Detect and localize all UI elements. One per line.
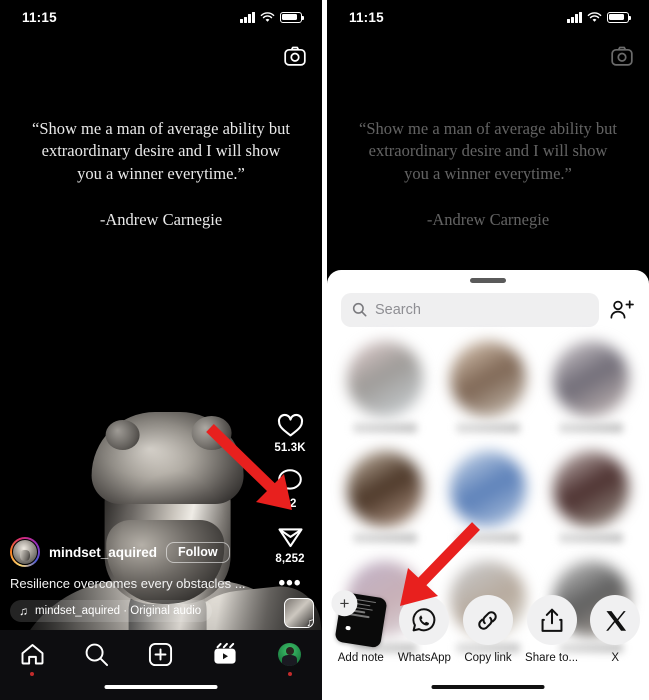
plus-square-icon [149, 642, 173, 666]
quote-line-2: extraordinary desire and I will show [41, 141, 281, 161]
username-label[interactable]: mindset_aquired [49, 545, 157, 560]
list-item[interactable] [444, 450, 531, 543]
screenshot-stage: “Show me a man of average ability but ex… [0, 0, 649, 700]
music-note-icon: ♫ [306, 615, 313, 627]
more-options-icon[interactable]: ••• [279, 574, 302, 593]
like-button[interactable]: 51.3K [274, 413, 305, 454]
music-note-icon: ♫ [19, 604, 28, 618]
reel-meta: mindset_aquired Follow Resilience overco… [10, 537, 258, 622]
home-icon [21, 644, 44, 665]
audio-thumbnail[interactable]: ♫ [284, 598, 314, 628]
list-item[interactable] [341, 340, 428, 433]
audio-label: mindset_aquired · Original audio [35, 605, 202, 617]
share-destination-share-to[interactable]: Share to... [520, 595, 584, 664]
audio-attribution[interactable]: ♫ mindset_aquired · Original audio [10, 600, 213, 622]
sidebar-item-profile[interactable] [268, 637, 312, 676]
list-item[interactable] [548, 340, 635, 433]
quote-overlay: “Show me a man of average ability but ex… [0, 118, 322, 231]
share-destination-add-note[interactable]: + Add note [329, 590, 393, 664]
share-destinations-row: + Add note WhatsApp Copy link Share to..… [327, 590, 649, 664]
heart-icon [277, 413, 303, 437]
search-magnifier-icon [352, 302, 367, 317]
camera-icon[interactable] [284, 46, 306, 71]
list-item[interactable] [341, 450, 428, 543]
share-destination-copy-link[interactable]: Copy link [456, 595, 520, 664]
home-indicator [104, 684, 218, 689]
avatar[interactable] [10, 537, 40, 567]
sidebar-item-reels[interactable] [203, 637, 247, 671]
home-badge-dot [30, 672, 35, 676]
follow-button[interactable]: Follow [166, 541, 230, 563]
list-item[interactable] [548, 450, 635, 543]
plus-icon: + [331, 590, 358, 617]
wifi-icon [587, 11, 602, 22]
status-bar: 11:15 [327, 0, 649, 34]
x-twitter-icon [605, 610, 626, 631]
share-label: X [611, 652, 619, 664]
like-count: 51.3K [274, 442, 306, 454]
add-note-icon: + [331, 590, 388, 649]
search-magnifier-icon [85, 643, 109, 666]
right-phone-panel: “Show me a man of average ability but ex… [327, 0, 649, 700]
share-upload-icon [541, 608, 563, 632]
caption-text[interactable]: Resilience overcomes every obstacles ... [10, 576, 258, 591]
battery-icon [607, 11, 631, 23]
sidebar-item-search[interactable] [75, 637, 119, 671]
battery-icon [280, 11, 304, 23]
status-time: 11:15 [22, 9, 57, 25]
search-input[interactable]: Search [341, 292, 599, 327]
left-phone-panel: “Show me a man of average ability but ex… [0, 0, 322, 700]
bottom-tab-bar [0, 630, 322, 700]
share-paperplane-icon [277, 528, 303, 548]
sidebar-item-create[interactable] [139, 637, 183, 671]
share-sheet: Search + Add note WhatsApp Copy link Sha… [327, 270, 649, 700]
share-label: Add note [337, 652, 384, 664]
cellular-signal-icon [567, 11, 582, 23]
comment-count: 62 [283, 498, 297, 510]
home-indicator [431, 684, 545, 689]
search-placeholder: Search [375, 301, 421, 318]
share-label: WhatsApp [397, 652, 451, 664]
link-chain-icon [478, 610, 498, 630]
status-time: 11:15 [349, 9, 384, 25]
cellular-signal-icon [240, 11, 255, 23]
share-label: Copy link [464, 652, 512, 664]
action-rail: 51.3K 62 8,252 ••• [262, 413, 318, 593]
list-item[interactable] [444, 340, 531, 433]
share-button[interactable]: 8,252 [275, 524, 305, 565]
comment-button[interactable]: 62 [277, 468, 303, 510]
whatsapp-icon [412, 608, 436, 632]
share-label: Share to... [525, 652, 579, 664]
sidebar-item-home[interactable] [10, 637, 54, 676]
panel-divider [322, 0, 327, 700]
add-people-icon[interactable] [609, 299, 635, 321]
comment-bubble-icon [278, 469, 302, 493]
profile-badge-dot [287, 672, 292, 676]
profile-avatar-icon [278, 642, 302, 666]
share-destination-x[interactable]: X [583, 595, 647, 664]
reels-clapper-icon [214, 642, 236, 664]
quote-line-1: “Show me a man of average ability but [32, 119, 290, 138]
quote-attribution: -Andrew Carnegie [99, 209, 223, 229]
search-row: Search [327, 283, 649, 327]
wifi-icon [260, 11, 275, 22]
camera-icon[interactable] [611, 46, 633, 71]
share-destination-whatsapp[interactable]: WhatsApp [393, 595, 457, 664]
share-count: 8,252 [275, 553, 305, 565]
status-bar: 11:15 [0, 0, 322, 34]
quote-line-3: you a winner everytime.” [77, 163, 245, 183]
